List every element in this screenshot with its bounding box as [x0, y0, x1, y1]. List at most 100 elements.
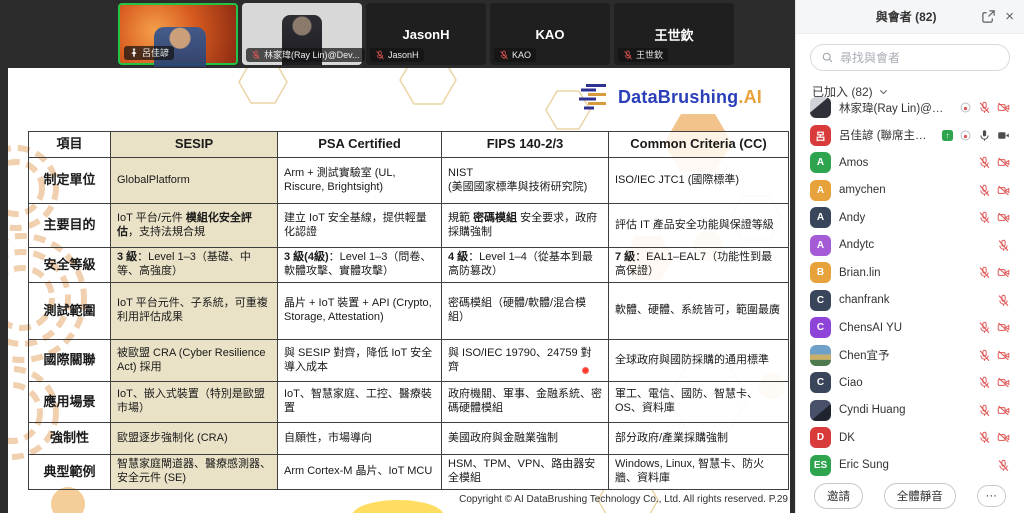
mic-muted-icon[interactable]	[978, 349, 991, 362]
copyright-text: Copyright © AI DataBrushing Technology C…	[28, 494, 788, 505]
mic-muted-icon[interactable]	[978, 376, 991, 389]
mic-muted-icon[interactable]	[978, 431, 991, 444]
mic-muted-icon[interactable]	[978, 101, 991, 114]
row-label: 強制性	[29, 423, 111, 455]
databrushing-logo: DataBrushing.AI	[578, 84, 762, 110]
mic-muted-icon[interactable]	[978, 211, 991, 224]
participant-name: Amos	[839, 157, 970, 169]
participant-name: Brian.lin	[839, 267, 970, 279]
name-pill: KAO	[494, 48, 536, 62]
mic-muted-icon[interactable]	[978, 321, 991, 334]
participant-row[interactable]: Chen宜予	[796, 342, 1024, 370]
participant-row[interactable]: A Andy	[796, 204, 1024, 232]
cell: HSM、TPM、VPN、路由器安全模組	[442, 455, 609, 490]
participant-row[interactable]: C ChensAI YU	[796, 314, 1024, 342]
row-label: 國際關聯	[29, 340, 111, 382]
video-thumbnail-host[interactable]: 林家瑋(Ray Lin)@Dev...	[242, 3, 362, 65]
cell: 軍工、電信、國防、智慧卡、OS、資料庫	[609, 382, 789, 423]
cell: 4 級：Level 1–4（從基本到最高防篡改）	[442, 248, 609, 283]
cell: 晶片 + IoT 裝置 + API (Crypto, Storage, Atte…	[278, 283, 442, 340]
participant-row[interactable]: 呂 呂佳諺 (聯席主持人) ↑	[796, 122, 1024, 150]
video-thumbnail-active-speaker[interactable]: 呂佳諺	[118, 3, 238, 65]
col-header-cc: Common Criteria (CC)	[609, 132, 789, 158]
mic-muted-icon[interactable]	[997, 294, 1010, 307]
search-box[interactable]	[810, 44, 1010, 71]
cell: 軟體、硬體、系統皆可，範圍最廣	[609, 283, 789, 340]
participant-name: 王世欽	[636, 51, 663, 60]
participant-name: amychen	[839, 184, 970, 196]
participant-row[interactable]: D DK	[796, 424, 1024, 452]
cell: Windows, Linux, 智慧卡、防火牆、資料庫	[609, 455, 789, 490]
participant-name: Chen宜予	[839, 347, 970, 363]
mic-muted-icon[interactable]	[978, 266, 991, 279]
camera-off-icon[interactable]	[997, 184, 1010, 197]
table-header-row: 項目 SESIP PSA Certified FIPS 140-2/3 Comm…	[29, 132, 789, 158]
search-input[interactable]	[840, 51, 999, 65]
participant-row[interactable]: C Ciao	[796, 369, 1024, 397]
speaker-name: 呂佳諺	[142, 49, 169, 58]
logo-suffix: .AI	[738, 87, 762, 107]
row-label: 制定單位	[29, 158, 111, 204]
avatar: A	[810, 152, 831, 173]
participant-name: DK	[839, 432, 970, 444]
camera-on-icon[interactable]	[997, 129, 1010, 142]
cell: 智慧家庭閘道器、醫療感測器、安全元件 (SE)	[111, 455, 278, 490]
popout-icon[interactable]	[981, 9, 996, 24]
participant-name: chanfrank	[839, 294, 989, 306]
cell: 3 級：Level 1–3（基礎、中等、高強度）	[111, 248, 278, 283]
camera-off-icon[interactable]	[997, 321, 1010, 334]
name-pill: 王世欽	[618, 48, 668, 62]
close-icon[interactable]: ×	[1005, 9, 1014, 24]
mic-muted-icon[interactable]	[978, 184, 991, 197]
mic-muted-icon[interactable]	[978, 404, 991, 417]
cell: Arm Cortex-M 晶片、IoT MCU	[278, 455, 442, 490]
video-thumbnail-jasonh[interactable]: JasonH JasonH	[366, 3, 486, 65]
col-header-item: 項目	[29, 132, 111, 158]
search-icon	[821, 51, 834, 64]
cell: Arm + 測試實驗室 (UL, Riscure, Brightsight)	[278, 158, 442, 204]
camera-off-icon[interactable]	[997, 156, 1010, 169]
mic-muted-icon[interactable]	[978, 156, 991, 169]
table-row: 主要目的 IoT 平台/元件 模組化安全評估，支持法規合規 建立 IoT 安全基…	[29, 204, 789, 248]
row-label: 主要目的	[29, 204, 111, 248]
participant-row[interactable]: A Andytc	[796, 232, 1024, 260]
camera-off-icon[interactable]	[997, 211, 1010, 224]
cell: 與 SESIP 對齊，降低 IoT 安全導入成本	[278, 340, 442, 382]
cell: 歐盟逐步強制化 (CRA)	[111, 423, 278, 455]
video-thumbnail-kao[interactable]: KAO KAO	[490, 3, 610, 65]
cell: 密碼模組（硬體/軟體/混合模組）	[442, 283, 609, 340]
participant-row[interactable]: C chanfrank	[796, 287, 1024, 315]
camera-off-icon[interactable]	[997, 101, 1010, 114]
mic-muted-icon	[375, 50, 385, 60]
table-row: 制定單位 GlobalPlatform Arm + 測試實驗室 (UL, Ris…	[29, 158, 789, 204]
cell: IoT 平台元件、子系統，可重複利用評估成果	[111, 283, 278, 340]
camera-off-icon[interactable]	[997, 266, 1010, 279]
participant-row[interactable]: A amychen	[796, 177, 1024, 205]
participant-row[interactable]: B Brian.lin	[796, 259, 1024, 287]
table-row: 典型範例 智慧家庭閘道器、醫療感測器、安全元件 (SE) Arm Cortex-…	[29, 455, 789, 490]
logo-text: DataBrushing	[618, 87, 738, 107]
participant-row[interactable]: ES Eric Sung	[796, 452, 1024, 480]
mic-muted-icon[interactable]	[997, 459, 1010, 472]
participant-row[interactable]: A Amos	[796, 149, 1024, 177]
row-label: 安全等級	[29, 248, 111, 283]
camera-off-icon[interactable]	[997, 349, 1010, 362]
cell: 規範 密碼模組 安全要求，政府採購強制	[442, 204, 609, 248]
video-thumbnail-wang[interactable]: 王世欽 王世欽	[614, 3, 734, 65]
status-icon	[959, 129, 972, 142]
more-options-button[interactable]: ···	[977, 485, 1007, 507]
table-row: 強制性 歐盟逐步強制化 (CRA) 自願性，市場導向 美國政府與金融業強制 部分…	[29, 423, 789, 455]
camera-off-icon[interactable]	[997, 404, 1010, 417]
invite-button[interactable]: 邀請	[814, 483, 863, 509]
camera-off-icon[interactable]	[997, 376, 1010, 389]
participant-row[interactable]: Cyndi Huang	[796, 397, 1024, 425]
mic-muted-icon[interactable]	[997, 239, 1010, 252]
col-header-psa: PSA Certified	[278, 132, 442, 158]
cell: 與 ISO/IEC 19790、24759 對齊	[442, 340, 609, 382]
participant-row[interactable]: 林家瑋(Ray Lin)@D... (主持人, 我)	[796, 94, 1024, 122]
participant-list: 林家瑋(Ray Lin)@D... (主持人, 我) 呂 呂佳諺 (聯席主持人)…	[796, 94, 1024, 479]
mic-on-icon[interactable]	[978, 129, 991, 142]
mute-all-button[interactable]: 全體靜音	[884, 483, 956, 509]
participant-name: 呂佳諺 (聯席主持人)	[839, 127, 934, 143]
camera-off-icon[interactable]	[997, 431, 1010, 444]
